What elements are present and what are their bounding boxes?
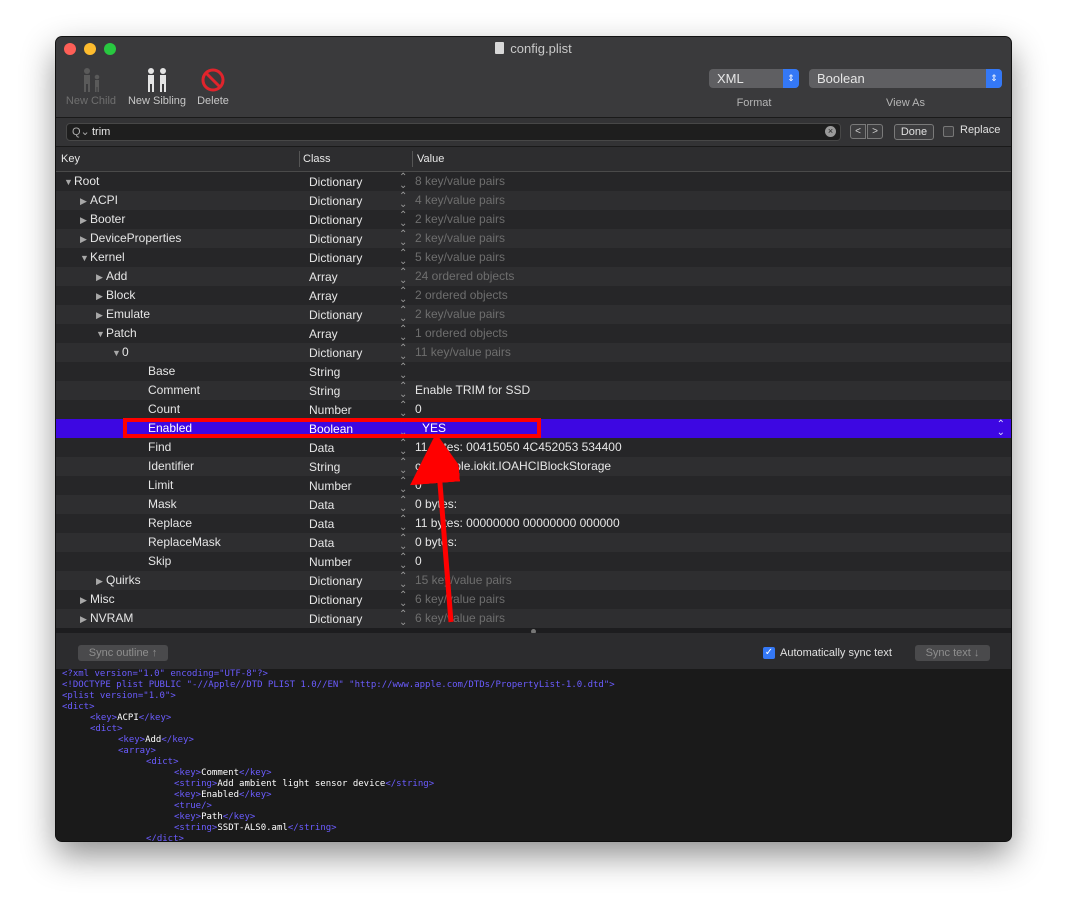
- annotation-arrow-icon: [0, 0, 1067, 623]
